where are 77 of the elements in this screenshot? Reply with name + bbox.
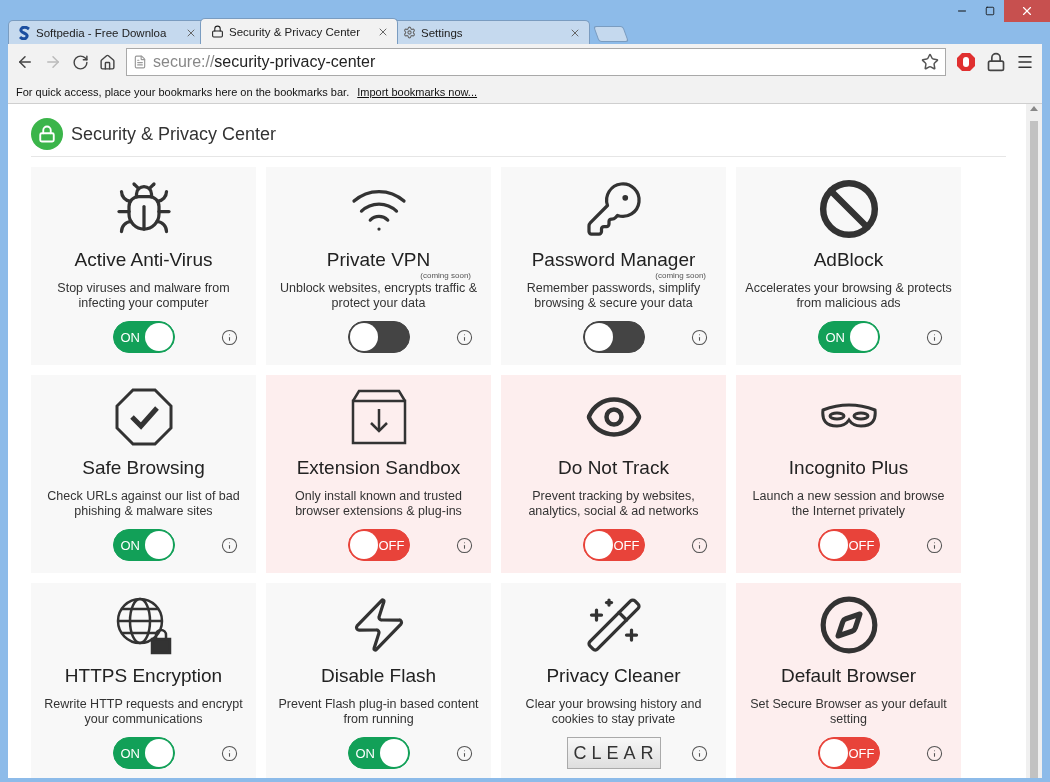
info-icon[interactable]: [456, 745, 473, 762]
toggle-switch[interactable]: ON: [112, 529, 175, 561]
info-icon[interactable]: [926, 537, 943, 554]
feature-description: Unblock websites, encrypts traffic & protect your data: [278, 281, 479, 312]
feature-title: Safe Browsing: [82, 457, 205, 479]
coming-soon-note: (coming soon): [655, 271, 706, 281]
lock-icon[interactable]: [986, 52, 1006, 72]
toggle-switch[interactable]: OFF: [817, 529, 880, 561]
stop-sign-icon[interactable]: [956, 52, 976, 72]
page-title: Security & Privacy Center: [71, 123, 277, 145]
scrollbar[interactable]: [1026, 104, 1042, 778]
coming-soon-note: (coming soon): [420, 271, 471, 281]
browser-tab[interactable]: Security & Privacy Center: [200, 18, 398, 44]
info-icon[interactable]: [221, 329, 238, 346]
toggle-switch[interactable]: OFF: [817, 737, 880, 769]
url-scheme: secure://: [153, 53, 215, 71]
feature-description: Accelerates your browsing & protects from malicious ads: [744, 281, 953, 312]
back-icon[interactable]: [16, 53, 34, 71]
feature-description: Only install known and trusted browser extensions & plug-ins: [294, 489, 463, 520]
info-icon[interactable]: [691, 745, 708, 762]
bookmarks-hint: For quick access, place your bookmarks here on the bookmarks bar.: [16, 85, 350, 98]
feature-description: Prevent tracking by websites, analytics, social & ad networks: [527, 489, 700, 520]
scrollbar-thumb[interactable]: [1030, 121, 1038, 778]
info-icon[interactable]: [926, 329, 943, 346]
maximize-icon: [985, 6, 995, 16]
feature-description: Remember passwords, simplify browsing & secure your data: [525, 281, 702, 312]
feature-title: Extension Sandbox: [296, 457, 461, 479]
toggle-switch[interactable]: ON: [817, 321, 880, 353]
info-icon[interactable]: [456, 329, 473, 346]
info-icon[interactable]: [221, 537, 238, 554]
feature-description: Rewrite HTTP requests and encrypt your communications: [43, 697, 244, 728]
feature-title: Privacy Cleaner: [546, 665, 681, 687]
clear-button[interactable]: CLEAR: [566, 737, 661, 769]
feature-description: Set Secure Browser as your default setting: [749, 697, 948, 728]
toggle-switch[interactable]: OFF: [347, 529, 410, 561]
home-icon[interactable]: [99, 53, 116, 71]
info-icon[interactable]: [926, 745, 943, 762]
tab-label: Softpedia - Free Downloa: [36, 26, 168, 39]
url-path: security-privacy-center: [214, 53, 377, 71]
toggle-switch[interactable]: ON: [112, 737, 175, 769]
prohibited-icon: [817, 178, 880, 240]
import-bookmarks-link[interactable]: Import bookmarks now...: [357, 85, 478, 98]
octagon-check-icon: [113, 387, 174, 447]
info-icon[interactable]: [221, 745, 238, 762]
info-icon[interactable]: [691, 329, 708, 346]
feature-title: Disable Flash: [320, 665, 437, 687]
settings-icon: [403, 26, 416, 39]
feature-description: Stop viruses and malware from infecting your computer: [56, 281, 231, 312]
feature-description: Clear your browsing history and cookies to stay private: [524, 697, 703, 728]
feature-title: Private VPN: [326, 249, 431, 271]
info-icon[interactable]: [691, 537, 708, 554]
menu-icon[interactable]: [1016, 53, 1034, 71]
close-icon: [1020, 4, 1034, 18]
reload-icon[interactable]: [72, 53, 89, 71]
scroll-up-icon[interactable]: [1030, 106, 1038, 111]
feature-description: Check URLs against our list of bad phishing & malware sites: [46, 489, 241, 520]
feature-title: Password Manager: [531, 249, 696, 271]
feature-title: Active Anti-Virus: [74, 249, 213, 271]
padlock-logo-icon: [31, 118, 63, 150]
feature-description: Launch a new session and browse the Internet privately: [751, 489, 946, 520]
s-logo-icon: [19, 25, 31, 40]
toggle-switch[interactable]: ON: [112, 321, 175, 353]
feature-title: AdBlock: [813, 249, 884, 271]
toggle-switch[interactable]: ON: [347, 737, 410, 769]
toggle-switch[interactable]: OFF: [582, 529, 645, 561]
info-icon[interactable]: [456, 537, 473, 554]
star-icon[interactable]: [921, 53, 939, 71]
tab-label: Security & Privacy Center: [229, 25, 361, 38]
address-field[interactable]: secure://security-privacy-center: [126, 48, 946, 76]
lock-icon: [211, 25, 224, 38]
feature-title: Do Not Track: [558, 457, 669, 479]
feature-description: Prevent Flash plug-in based content from running: [277, 697, 480, 728]
feature-title: HTTPS Encryption: [64, 665, 223, 687]
page-icon: [133, 55, 147, 69]
feature-title: Incognito Plus: [788, 457, 909, 479]
feature-title: Default Browser: [780, 665, 917, 687]
tab-label: Settings: [421, 26, 464, 39]
